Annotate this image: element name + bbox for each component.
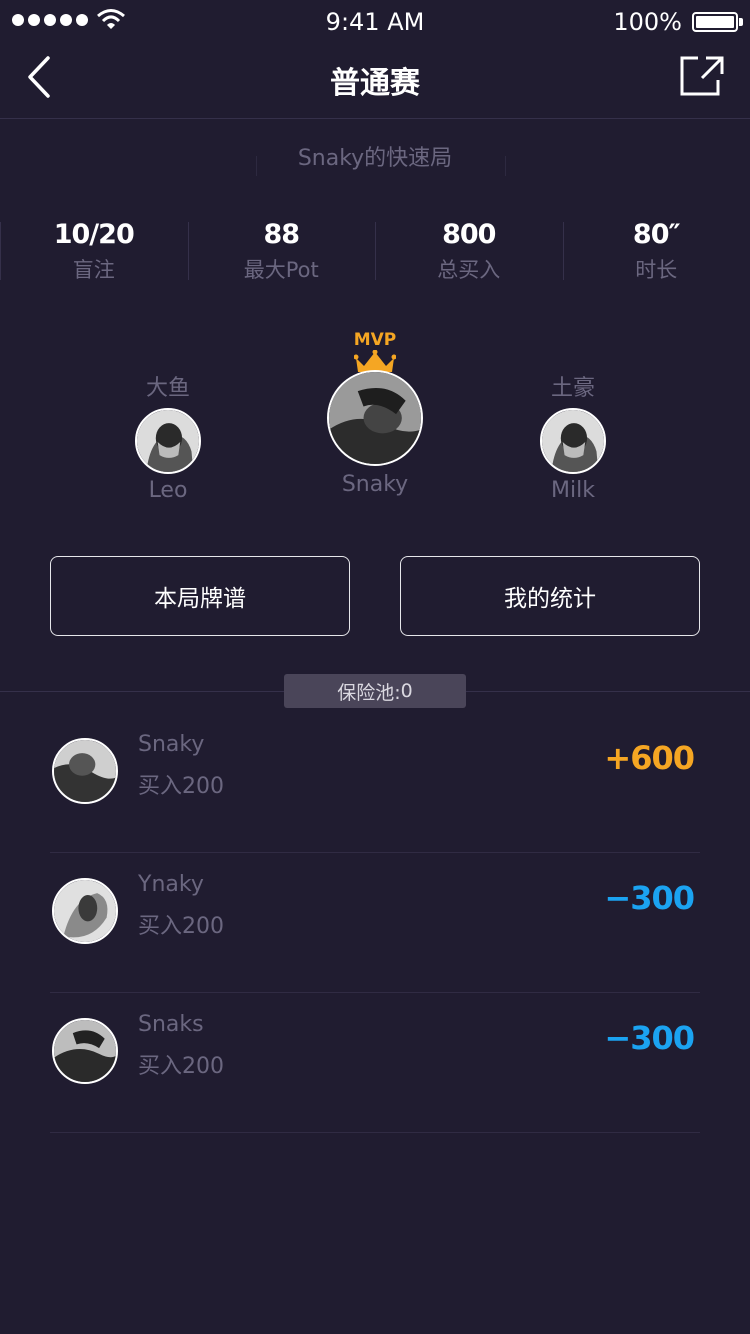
score-sign: −	[604, 879, 631, 917]
score-sign: +	[604, 739, 631, 777]
result-row[interactable]: Ynaky 买入200 −300	[50, 852, 700, 993]
stat-value: 88	[263, 219, 300, 250]
stat-value: 80″	[632, 219, 681, 250]
score-value: 600	[630, 739, 695, 777]
score-sign: −	[604, 1019, 631, 1057]
share-icon[interactable]	[680, 56, 724, 96]
stat-label: 时长	[635, 258, 678, 282]
page-title: 普通赛	[330, 66, 420, 101]
player-score: −300	[604, 879, 695, 917]
stat-value: 800	[442, 219, 496, 250]
battery-percentage: 100%	[613, 8, 682, 36]
player-score: −300	[604, 1019, 695, 1057]
stat-label: 总买入	[437, 258, 501, 282]
player-name: Leo	[148, 478, 188, 503]
avatar	[52, 878, 118, 944]
insurance-pool-badge: 保险池: 0	[284, 674, 466, 708]
player-name: Snaky	[138, 732, 205, 757]
avatar	[52, 1018, 118, 1084]
player-name: Snaks	[138, 1012, 204, 1037]
insurance-pool-value: 0	[400, 680, 413, 702]
player-title: 大鱼	[145, 376, 190, 401]
navigation-bar: 普通赛	[0, 44, 750, 119]
stat-label: 最大Pot	[243, 258, 319, 282]
stat-total-buyin: 800 总买入	[375, 218, 563, 284]
result-row[interactable]: Snaks 买入200 −300	[50, 992, 700, 1133]
avatar	[540, 408, 606, 474]
player-name: Ynaky	[138, 872, 204, 897]
battery-icon	[692, 12, 738, 32]
hand-history-button[interactable]: 本局牌谱	[50, 556, 350, 636]
subtitle-divider	[505, 156, 506, 176]
subtitle-divider	[256, 156, 257, 176]
mvp-badge: MVP	[353, 330, 397, 350]
player-score: +600	[604, 739, 695, 777]
game-name: Snaky的快速局	[297, 146, 453, 171]
stat-label: 盲注	[72, 258, 115, 282]
player-title: 土豪	[550, 376, 595, 401]
my-stats-button[interactable]: 我的统计	[400, 556, 700, 636]
player-name: Milk	[551, 478, 595, 503]
avatar	[52, 738, 118, 804]
avatar	[135, 408, 201, 474]
game-stats: 10/20 盲注 88 最大Pot 800 总买入 80″ 时长	[0, 218, 750, 284]
podium-player-left[interactable]: 大鱼 Leo	[118, 370, 218, 503]
stat-max-pot: 88 最大Pot	[187, 218, 376, 284]
player-buyin: 买入200	[138, 1054, 224, 1079]
stat-value: 10/20	[53, 219, 135, 250]
podium-player-right[interactable]: 土豪 Milk	[523, 370, 623, 503]
result-row[interactable]: Snaky 买入200 +600	[50, 712, 700, 853]
score-value: 300	[630, 1019, 695, 1057]
podium-player-mvp[interactable]: MVP Snaky	[315, 330, 435, 497]
score-value: 300	[630, 879, 695, 917]
insurance-pool-label: 保险池:	[337, 681, 401, 704]
battery-tip	[739, 18, 743, 26]
player-buyin: 买入200	[138, 774, 224, 799]
stat-blinds: 10/20 盲注	[0, 218, 188, 284]
player-name: Snaky	[341, 472, 409, 497]
status-bar: 9:41 AM 100%	[0, 0, 750, 44]
stat-duration: 80″ 时长	[562, 218, 750, 284]
avatar	[327, 370, 423, 466]
player-buyin: 买入200	[138, 914, 224, 939]
